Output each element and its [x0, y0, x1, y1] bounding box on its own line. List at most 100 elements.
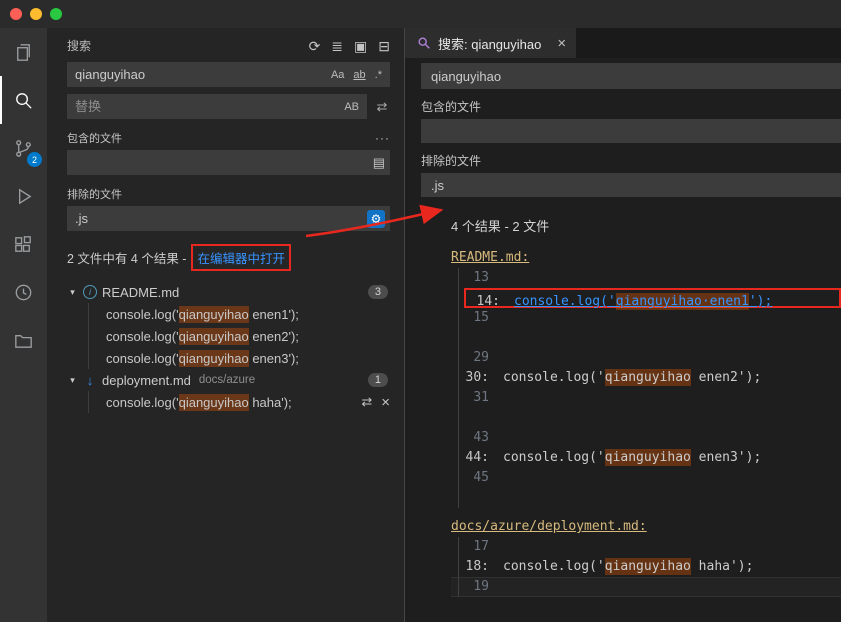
- whole-word-icon[interactable]: ab: [350, 68, 368, 82]
- line-number: [459, 408, 489, 428]
- replace-input[interactable]: [75, 99, 339, 114]
- use-exclude-settings-gear-icon[interactable]: ⚙: [367, 209, 385, 228]
- line-number: 43: [473, 430, 489, 445]
- tab-search-editor[interactable]: 搜索: qianguyihao ×: [405, 28, 577, 58]
- code-line: 15: [459, 308, 841, 328]
- tab-close-icon[interactable]: ×: [557, 35, 566, 52]
- search-result-file[interactable]: ▾ ↓ deployment.md docs/azure 1: [67, 369, 390, 391]
- line-number: 14:: [476, 294, 500, 309]
- line-number: 44:: [465, 450, 489, 465]
- chevron-down-icon[interactable]: ▾: [67, 375, 78, 386]
- titlebar: [0, 0, 841, 28]
- editor-query-input[interactable]: [429, 67, 833, 85]
- include-box: ▤: [67, 150, 390, 175]
- result-file-heading[interactable]: README.md:: [451, 248, 529, 268]
- sidebar-item-folder[interactable]: [0, 316, 47, 364]
- exclude-box: ⚙: [67, 206, 390, 231]
- code-line[interactable]: 14: console.log('qianguyihao·enen1');: [464, 288, 841, 310]
- code-line[interactable]: 30: console.log('qianguyihao enen2');: [459, 368, 841, 388]
- replace-icon[interactable]: ⇄: [361, 394, 372, 410]
- search-results-tree: ▾ i README.md 3 console.log('qianguyihao ene…: [67, 281, 390, 413]
- search-input[interactable]: [75, 67, 325, 82]
- run-debug-icon: [18, 188, 32, 204]
- editor-exclude-label: 排除的文件: [421, 154, 482, 168]
- match-text: console.log('qianguyihao enen2');: [106, 327, 299, 345]
- extensions-icon: [15, 235, 31, 252]
- search-match[interactable]: console.log('qianguyihao enen1');: [67, 303, 390, 325]
- tab-label: 搜索: qianguyihao: [438, 36, 542, 52]
- match-text: console.log('qianguyihao enen1');: [106, 305, 299, 323]
- explorer-icon: [17, 43, 30, 61]
- search-sidebar: 搜索 ⟳ ≣ ▣ ⊟ ▾ Aa ab .* AB ⇄ 包含的文件 ···: [32, 28, 404, 622]
- regex-icon[interactable]: .*: [372, 68, 385, 82]
- dismiss-icon[interactable]: ×: [381, 394, 390, 411]
- code-line: [459, 328, 841, 348]
- line-number: 29: [473, 350, 489, 365]
- code-line: 43: [459, 428, 841, 448]
- editor-exclude-input[interactable]: [429, 176, 833, 194]
- refresh-icon[interactable]: ⟳: [309, 39, 321, 53]
- code-line: [459, 488, 841, 508]
- editor-include-label: 包含的文件: [421, 100, 482, 114]
- line-number: [459, 328, 489, 348]
- editor-include-input[interactable]: [429, 122, 833, 140]
- sidebar-item-run-debug[interactable]: [0, 172, 47, 220]
- open-in-editor-link[interactable]: 在编辑器中打开: [191, 244, 291, 271]
- replace-box: AB: [67, 94, 367, 119]
- line-number: 17: [473, 539, 489, 554]
- file-name: README.md: [102, 284, 180, 300]
- chevron-down-icon[interactable]: ▾: [67, 287, 78, 298]
- match-count-badge: 3: [367, 285, 388, 299]
- search-match[interactable]: console.log('qianguyihao enen2');: [67, 325, 390, 347]
- results-summary: 2 文件中有 4 个结果 - 在编辑器中打开: [67, 244, 390, 271]
- activity-bar: 2: [0, 28, 47, 622]
- code-line[interactable]: 18: console.log('qianguyihao haha');: [459, 557, 841, 577]
- files-exclude-input[interactable]: [75, 211, 367, 226]
- files-include-input[interactable]: [75, 155, 373, 170]
- search-result-file[interactable]: ▾ i README.md 3: [67, 281, 390, 303]
- line-text: console.log('qianguyihao haha');: [503, 558, 754, 575]
- tab-bar: 搜索: qianguyihao ×: [405, 28, 841, 58]
- line-text: console.log('qianguyihao enen3');: [503, 449, 762, 466]
- preserve-case-icon[interactable]: AB: [341, 100, 362, 114]
- clear-search-results-icon[interactable]: ≣: [331, 39, 343, 53]
- code-line: 29: [459, 348, 841, 368]
- files-exclude-label: 排除的文件: [67, 189, 122, 201]
- replace-all-icon[interactable]: ⇄: [374, 99, 390, 115]
- history-icon: [15, 284, 32, 300]
- line-text: console.log('qianguyihao enen2');: [503, 369, 762, 386]
- result-file-heading[interactable]: docs/azure/deployment.md:: [451, 517, 647, 537]
- minimize-window-button[interactable]: [30, 8, 42, 20]
- readme-file-icon: i: [83, 285, 97, 299]
- editor-exclude-box: [421, 173, 841, 197]
- close-window-button[interactable]: [10, 8, 22, 20]
- code-line: 13: [459, 268, 841, 288]
- match-count-badge: 1: [367, 373, 388, 387]
- zoom-window-button[interactable]: [50, 8, 62, 20]
- search-box: Aa ab .*: [67, 62, 390, 87]
- line-number: 15: [473, 310, 489, 325]
- line-number: 18:: [465, 559, 489, 574]
- search-match[interactable]: console.log('qianguyihao enen3');: [67, 347, 390, 369]
- search-icon: [16, 92, 32, 109]
- collapse-all-icon[interactable]: ⊟: [378, 39, 390, 53]
- folder-icon: [15, 334, 32, 348]
- match-case-icon[interactable]: Aa: [328, 68, 347, 82]
- sidebar-item-source-control[interactable]: 2: [0, 124, 47, 172]
- code-line[interactable]: 44: console.log('qianguyihao enen3');: [459, 448, 841, 468]
- code-line: 45: [459, 468, 841, 488]
- match-text: console.log('qianguyihao haha');: [106, 393, 292, 411]
- sidebar-item-history[interactable]: [0, 268, 47, 316]
- sidebar-item-search[interactable]: [0, 76, 47, 124]
- search-match[interactable]: console.log('qianguyihao haha'); ⇄ ×: [67, 391, 390, 413]
- sidebar-item-extensions[interactable]: [0, 220, 47, 268]
- sidebar-item-explorer[interactable]: [0, 28, 47, 76]
- line-number: 45: [473, 470, 489, 485]
- line-text: console.log('qianguyihao·enen1');: [514, 293, 773, 310]
- open-new-search-editor-icon[interactable]: ▣: [354, 39, 367, 53]
- search-only-open-editors-icon[interactable]: ▤: [373, 155, 385, 171]
- line-number: [459, 488, 489, 508]
- code-line: 19: [459, 577, 841, 597]
- toggle-search-details-icon[interactable]: ···: [375, 131, 390, 145]
- scm-changes-badge: 2: [27, 152, 42, 167]
